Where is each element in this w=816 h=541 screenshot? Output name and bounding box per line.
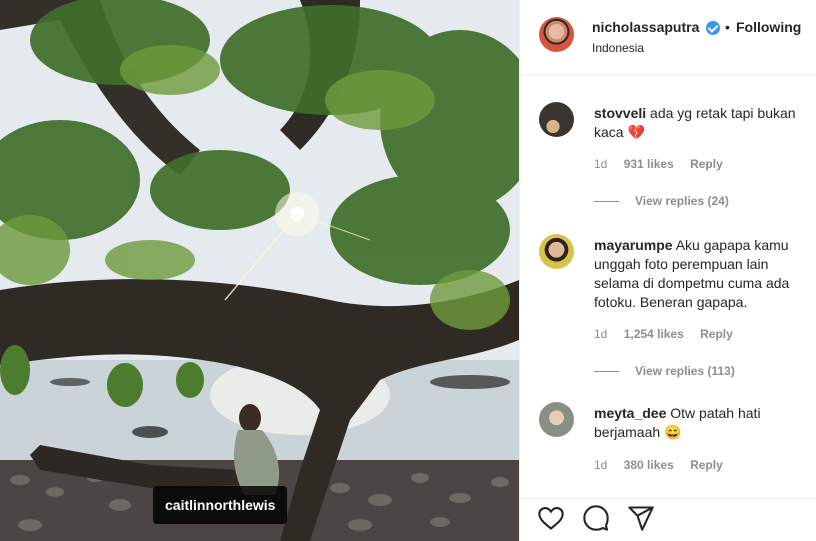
comment-text: meyta_dee Otw patah hati berjamaah 😄 bbox=[594, 404, 814, 442]
action-bar bbox=[520, 498, 816, 541]
separator-dot: • bbox=[725, 19, 730, 35]
comment-age: 1d bbox=[594, 327, 608, 341]
replies-divider bbox=[594, 201, 619, 203]
comment-text: mayarumpe Aku gapapa kamu unggah foto pe… bbox=[594, 236, 814, 312]
view-replies-label: View replies (24) bbox=[635, 194, 729, 208]
author-username[interactable]: nicholassaputra bbox=[592, 19, 699, 35]
post-photo[interactable]: caitlinnorthlewis bbox=[0, 0, 519, 541]
comment-bubble-icon[interactable] bbox=[582, 504, 610, 532]
reply-button[interactable]: Reply bbox=[700, 327, 733, 341]
author-avatar[interactable] bbox=[539, 17, 574, 52]
view-replies-button[interactable]: View replies (24) bbox=[594, 194, 729, 208]
replies-divider bbox=[594, 371, 619, 373]
comment-meta: 1d 380 likes Reply bbox=[594, 458, 736, 472]
tagged-user-label[interactable]: caitlinnorthlewis bbox=[153, 486, 288, 524]
comment-meta: 1d 931 likes Reply bbox=[594, 157, 736, 171]
commenter-username[interactable]: stovveli bbox=[594, 105, 646, 121]
comment-meta: 1d 1,254 likes Reply bbox=[594, 327, 746, 341]
view-replies-button[interactable]: View replies (113) bbox=[594, 364, 735, 378]
comment-text: stovveli ada yg retak tapi bukan kaca 💔 bbox=[594, 104, 814, 142]
commenter-avatar[interactable] bbox=[539, 234, 574, 269]
comment-likes[interactable]: 380 likes bbox=[624, 458, 674, 472]
comment-age: 1d bbox=[594, 458, 608, 472]
reply-button[interactable]: Reply bbox=[690, 157, 723, 171]
heart-icon[interactable] bbox=[537, 504, 565, 532]
verified-badge-icon bbox=[706, 21, 720, 35]
photo-scene bbox=[0, 0, 519, 541]
reply-button[interactable]: Reply bbox=[690, 458, 723, 472]
post-header: nicholassaputra • Following Indonesia bbox=[520, 0, 816, 76]
paper-plane-icon[interactable] bbox=[627, 504, 655, 532]
comment-likes[interactable]: 931 likes bbox=[624, 157, 674, 171]
view-replies-label: View replies (113) bbox=[635, 364, 735, 378]
commenter-avatar[interactable] bbox=[539, 402, 574, 437]
comment-age: 1d bbox=[594, 157, 608, 171]
post-location[interactable]: Indonesia bbox=[592, 41, 644, 55]
commenter-username[interactable]: meyta_dee bbox=[594, 405, 666, 421]
commenter-avatar[interactable] bbox=[539, 102, 574, 137]
commenter-username[interactable]: mayarumpe bbox=[594, 237, 673, 253]
post-sidebar: nicholassaputra • Following Indonesia st… bbox=[519, 0, 816, 541]
following-button[interactable]: Following bbox=[736, 19, 801, 35]
comment-likes[interactable]: 1,254 likes bbox=[624, 327, 684, 341]
